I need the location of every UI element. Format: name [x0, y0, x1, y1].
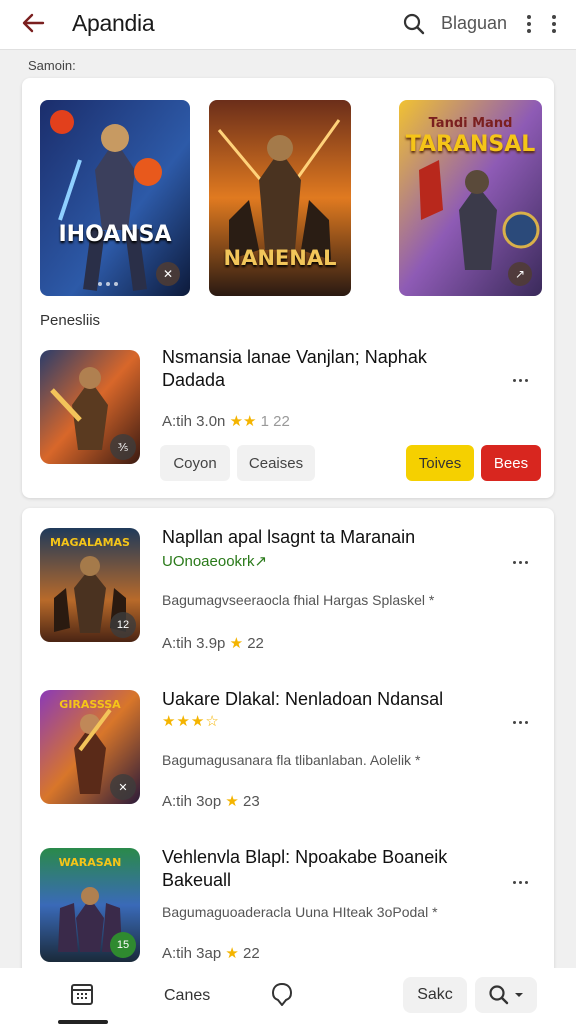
chat-tab[interactable] — [266, 978, 298, 1010]
item-title: Nsmansia lanae Vanjlan; Naphak Dadada — [162, 346, 427, 392]
bees-button[interactable]: Bees — [481, 445, 541, 481]
thumbnail-banner: GIRASSSA — [59, 698, 121, 711]
list-item-meta: A:tih 3.9p ★ 22 — [162, 634, 264, 652]
list-item-description: Bagumagvseeraocla fhial Hargas Splaskel … — [162, 592, 435, 608]
arrow-left-icon — [22, 13, 45, 33]
list-item-title[interactable]: Vehlenvla Blapl: Npoakabe Boaneik Bakeua… — [162, 846, 447, 892]
featured-card: IHOANSA ✕ NANENAL Tandi Mand TARANSAL ↗ … — [22, 78, 554, 498]
calendar-grid-icon — [71, 984, 93, 1005]
list-item-more-button[interactable] — [508, 872, 532, 892]
poster-title: IHOANSA — [58, 222, 172, 247]
search-icon — [489, 985, 509, 1005]
list-item-thumbnail[interactable]: MAGALAMAS 12 — [40, 528, 140, 642]
star-icon: ★ — [225, 945, 239, 962]
poster-title: NANENAL — [223, 246, 337, 270]
list-item-title[interactable]: Uakare Dlakal: Nenladoan Ndansal — [162, 688, 443, 711]
meta-text: A:tih 3.0n — [162, 413, 226, 430]
item-title-line: Vehlenvla Blapl: Npoakabe Boaneik — [162, 847, 448, 867]
featured-poster[interactable]: NANENAL — [209, 100, 351, 296]
more-vert-icon — [551, 15, 556, 33]
back-button[interactable] — [16, 8, 50, 38]
bottom-navigation: Canes Sakc — [0, 968, 576, 1024]
item-title-line: Dadada — [162, 370, 226, 390]
item-title-line: Bakeuall — [162, 870, 232, 890]
active-tab-indicator — [58, 1020, 108, 1024]
list-item-meta: A:tih 3ap ★ 22 — [162, 944, 260, 962]
home-tab[interactable] — [66, 978, 98, 1010]
list-item-subtitle: UOnoaeookrk↗ — [162, 553, 268, 570]
meta-text: A:tih 3ap — [162, 945, 222, 962]
list-item-description: Bagumagusanara fla tlibanlaban. Aolelik … — [162, 752, 421, 768]
thumbnail-badge: 12 — [110, 612, 136, 638]
list-item-more-button[interactable] — [508, 712, 532, 732]
search-dropdown-button[interactable] — [475, 977, 537, 1013]
chip-coyon[interactable]: Coyon — [160, 445, 230, 481]
sakc-button[interactable]: Sakc — [403, 977, 467, 1013]
game-list-card: MAGALAMAS 12 Napllan apal lsagnt ta Mara… — [22, 508, 554, 1008]
star-icon: ★ — [225, 793, 239, 810]
games-tab[interactable]: Canes — [164, 987, 210, 1005]
app-title: Apandia — [72, 10, 155, 36]
thumbnail-badge: 15 — [110, 932, 136, 958]
share-badge-icon[interactable]: ✕ — [156, 262, 180, 286]
star-icon: ★ — [229, 635, 244, 652]
list-item-more-button[interactable] — [508, 552, 532, 572]
meta-text: A:tih 3op — [162, 793, 222, 810]
thumbnail-banner: MAGALAMAS — [50, 536, 130, 549]
meta-text: A:tih 3.9p — [162, 635, 226, 652]
more-vert-icon — [526, 15, 531, 33]
language-selector[interactable]: Blaguan — [441, 13, 507, 34]
featured-poster[interactable]: IHOANSA ✕ — [40, 100, 190, 296]
thumbnail-badge: ✕ — [110, 774, 136, 800]
star-icon: ★★ — [229, 413, 257, 430]
more-options-button[interactable] — [516, 10, 566, 38]
list-item-thumbnail[interactable]: GIRASSSA ✕ — [40, 690, 140, 804]
search-icon — [403, 13, 425, 35]
meta-count: 22 — [247, 635, 264, 652]
list-item-description: Bagumaguoaderacla Uuna HIteak 3oPodal * — [162, 904, 438, 920]
meta-count: 1 22 — [260, 413, 290, 430]
meta-count: 22 — [243, 945, 260, 962]
rating-stars-icon: ★★★☆ — [162, 713, 220, 730]
chevron-down-icon — [515, 993, 523, 997]
featured-poster[interactable]: Tandi Mand TARANSAL ↗ — [399, 100, 542, 296]
item-title-line: Nsmansia lanae Vanjlan; Naphak — [162, 347, 427, 367]
poster-topline: Tandi Mand — [428, 116, 513, 131]
top-app-bar: Apandia Blaguan — [0, 0, 576, 50]
list-item-title[interactable]: Napllan apal lsagnt ta Maranain — [162, 526, 415, 549]
expand-badge-icon[interactable]: ↗ — [508, 262, 532, 286]
item-more-button[interactable] — [508, 370, 532, 390]
thumbnail-badge: ⅗ — [110, 434, 136, 460]
list-item-meta: A:tih 3op ★ 23 — [162, 792, 260, 810]
thumbnail-banner: WARASAN — [58, 856, 122, 869]
carousel-dots — [98, 282, 118, 286]
list-item-thumbnail[interactable]: WARASAN 15 — [40, 848, 140, 962]
chip-ceaises[interactable]: Ceaises — [237, 445, 315, 481]
poster-title: TARANSAL — [405, 132, 536, 157]
item-thumbnail[interactable]: ⅗ — [40, 350, 140, 464]
subheading: Penesliis — [40, 312, 101, 329]
meta-count: 23 — [243, 793, 260, 810]
section-label: Samoin: — [28, 58, 76, 73]
search-button[interactable] — [398, 9, 430, 39]
toives-button[interactable]: Toives — [406, 445, 474, 481]
item-meta: A:tih 3.0n ★★ 1 22 — [162, 412, 290, 430]
chat-bubble-icon — [272, 983, 292, 1006]
